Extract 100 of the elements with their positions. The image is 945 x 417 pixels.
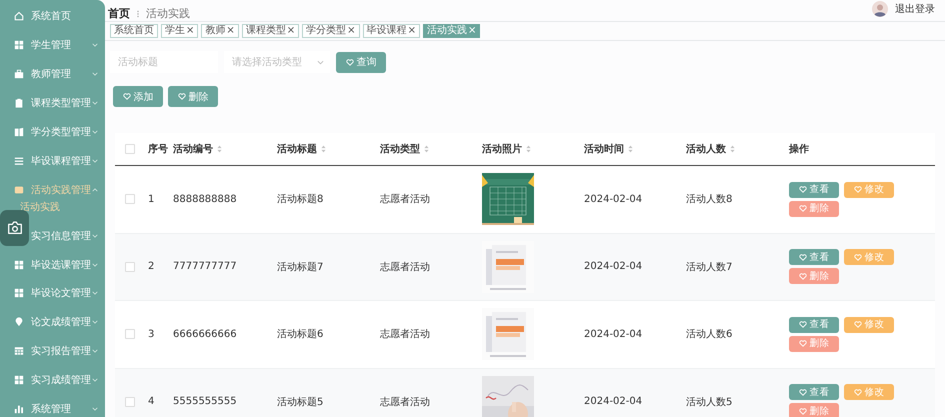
edit-button[interactable]: 修改	[844, 384, 894, 400]
table-icon	[14, 346, 24, 356]
sidebar-item[interactable]: 毕设课程管理	[0, 146, 105, 176]
book-icon	[14, 127, 24, 137]
heart-icon	[798, 272, 806, 280]
tab[interactable]: 活动实践×	[422, 24, 480, 38]
table-cell-text: 4	[148, 396, 156, 408]
table-cell-text: 活动标题7	[277, 260, 324, 274]
avatar[interactable]	[872, 1, 888, 17]
grid-icon	[14, 288, 24, 298]
column-header: 操作	[789, 142, 809, 156]
logout-link[interactable]: 退出登录	[895, 2, 935, 16]
column-header: 活动时间	[584, 142, 624, 156]
camera-icon	[6, 219, 24, 237]
checkbox[interactable]	[125, 329, 135, 340]
delete-button[interactable]: 删除	[168, 86, 218, 107]
floating-camera-menu[interactable]	[0, 210, 29, 246]
home-icon	[14, 11, 24, 22]
table-cell-text: 6666666666	[173, 328, 238, 340]
table-cell-text: 活动人数6	[686, 328, 734, 342]
table-cell-text: 活动人数8	[686, 193, 734, 206]
pin-icon	[14, 317, 24, 328]
table-cell-text: 活动标题5	[277, 396, 324, 409]
heart-icon	[854, 321, 862, 328]
sidebar-subitem[interactable]: 活动实践	[0, 198, 105, 218]
grid-icon	[14, 40, 24, 50]
tab[interactable]: 系统首页	[110, 24, 158, 38]
heart-icon	[798, 186, 806, 194]
column-header: 序号	[148, 142, 168, 156]
edit-button[interactable]: 修改	[844, 182, 894, 198]
table-cell-text: 活动标题6	[277, 328, 324, 342]
sort-icon[interactable]	[321, 145, 326, 153]
add-button[interactable]: 添加	[113, 86, 163, 107]
heart-icon	[854, 388, 862, 396]
column-header: 活动类型	[380, 142, 420, 156]
heart-icon	[854, 186, 862, 194]
heart-icon	[798, 321, 806, 328]
edit-button[interactable]: 修改	[844, 316, 894, 333]
checkbox[interactable]	[125, 144, 135, 154]
sidebar-item[interactable]: 系统管理	[0, 394, 105, 417]
query-button[interactable]: 查询	[336, 52, 386, 72]
sidebar-item[interactable]: 论文成绩管理	[0, 308, 105, 337]
table-cell-text: 活动人数5	[686, 396, 734, 409]
bar-chart-icon	[14, 404, 24, 414]
sort-icon[interactable]	[424, 145, 429, 153]
sidebar-item[interactable]: 实习成绩管理	[0, 366, 105, 395]
sort-icon[interactable]	[730, 145, 735, 153]
sidebar-item[interactable]: 实习报告管理	[0, 336, 105, 366]
delete-button[interactable]: 删除	[789, 336, 839, 352]
tab[interactable]: 学生×	[161, 24, 198, 38]
tab[interactable]: 教师×	[201, 24, 239, 38]
heart-icon	[798, 388, 806, 396]
breadcrumb-home[interactable]: 首页	[108, 6, 130, 21]
table-cell-text: 2024-02-04	[584, 261, 644, 272]
heart-icon	[178, 93, 186, 100]
heart-icon	[854, 254, 862, 261]
sidebar-item[interactable]: 毕设论文管理	[0, 279, 105, 308]
table-cell-text: 2024-02-04	[584, 396, 644, 408]
briefcase-icon	[14, 69, 24, 80]
edit-button[interactable]: 修改	[844, 249, 894, 266]
tab[interactable]: 学分类型×	[302, 24, 360, 38]
view-button[interactable]: 查看	[789, 249, 839, 266]
view-button[interactable]: 查看	[789, 384, 839, 400]
table-cell-text: 8888888888	[173, 194, 238, 205]
sidebar-item[interactable]: 教师管理	[0, 60, 105, 89]
sidebar-item[interactable]: 实习信息管理	[0, 221, 105, 250]
card-icon	[14, 184, 24, 195]
view-button[interactable]: 查看	[789, 182, 839, 198]
heart-icon	[346, 58, 354, 66]
tab[interactable]: 课程类型×	[242, 24, 300, 38]
table-cell-text: 3	[148, 328, 156, 340]
table-cell-text: 活动人数7	[686, 260, 734, 274]
table-cell-text: 志愿者活动	[380, 328, 431, 342]
table-cell-text: 5555555555	[173, 396, 238, 408]
table-cell-text: 7777777777	[173, 261, 238, 272]
delete-button[interactable]: 删除	[789, 200, 839, 217]
sidebar-item[interactable]: 系统首页	[0, 2, 105, 31]
column-header: 活动照片	[482, 142, 522, 156]
checkbox[interactable]	[125, 194, 135, 204]
heart-icon	[798, 408, 806, 415]
checkbox[interactable]	[125, 396, 135, 407]
table-cell-text: 2024-02-04	[584, 194, 644, 205]
sidebar-item[interactable]: 学分类型管理	[0, 118, 105, 146]
tab[interactable]: 毕设课程×	[362, 24, 420, 38]
sort-icon[interactable]	[217, 145, 222, 153]
sort-icon[interactable]	[526, 145, 531, 153]
sidebar-item[interactable]: 课程类型管理	[0, 88, 105, 118]
table-cell-text: 志愿者活动	[380, 396, 431, 409]
sidebar-item[interactable]: 学生管理	[0, 30, 105, 60]
checkbox[interactable]	[125, 262, 135, 272]
heart-icon	[798, 340, 806, 348]
clipboard-icon	[14, 98, 24, 108]
grid-icon	[14, 260, 24, 270]
breadcrumb-current: 活动实践	[146, 6, 190, 21]
sidebar-item[interactable]: 毕设选课管理	[0, 250, 105, 280]
delete-button[interactable]: 删除	[789, 268, 839, 284]
delete-button[interactable]: 删除	[789, 403, 839, 417]
sort-icon[interactable]	[628, 145, 633, 153]
column-header: 活动人数	[686, 142, 726, 156]
view-button[interactable]: 查看	[789, 316, 839, 333]
